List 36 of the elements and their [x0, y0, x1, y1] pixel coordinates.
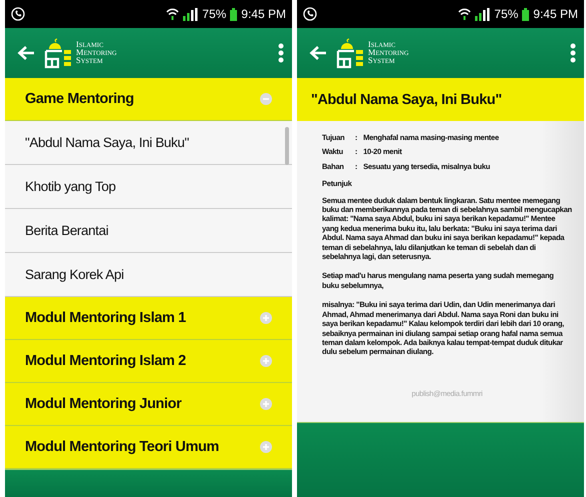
logo-text: ISLAMIC MENTORING SYSTEM: [76, 41, 117, 65]
logo-text: ISLAMIC MENTORING SYSTEM: [368, 41, 409, 65]
status-time: 9:45 PM: [241, 7, 286, 21]
more-vertical-icon: [278, 43, 284, 63]
scrollbar: [285, 127, 289, 165]
signal-icon: [475, 8, 490, 20]
back-button[interactable]: [17, 45, 35, 61]
expand-icon: [260, 398, 272, 410]
status-time: 9:45 PM: [533, 7, 578, 21]
battery-percent: 75%: [494, 7, 518, 21]
accordion-header[interactable]: Modul Mentoring Junior: [5, 383, 292, 426]
back-arrow-icon: [309, 45, 327, 61]
logo-icon: [43, 37, 71, 69]
expand-icon: [260, 441, 272, 453]
expand-icon: [260, 355, 272, 367]
accordion-header[interactable]: Game Mentoring: [5, 78, 292, 121]
battery-icon: [230, 8, 238, 20]
battery-icon: [522, 8, 530, 20]
signal-icon: [183, 8, 198, 20]
accordion-header[interactable]: Modul Mentoring Teori Umum: [5, 426, 292, 469]
accordion-header[interactable]: Modul Mentoring Islam 2: [5, 340, 292, 383]
back-button[interactable]: [309, 45, 327, 61]
more-vertical-icon: [570, 43, 576, 63]
chat-phone-icon: [303, 7, 317, 21]
back-arrow-icon: [17, 45, 35, 61]
collapse-icon: [260, 93, 272, 105]
accordion-header[interactable]: Modul Mentoring Islam 1: [5, 297, 292, 340]
wifi-icon: [458, 7, 472, 21]
menu-button[interactable]: [570, 43, 576, 63]
expand-icon: [260, 312, 272, 324]
battery-percent: 75%: [202, 7, 226, 21]
page-title: "Abdul Nama Saya, Ini Buku": [297, 78, 584, 121]
chat-phone-icon: [11, 7, 25, 21]
menu-button[interactable]: [278, 43, 284, 63]
wifi-icon: [166, 7, 180, 21]
logo-icon: [335, 37, 363, 69]
